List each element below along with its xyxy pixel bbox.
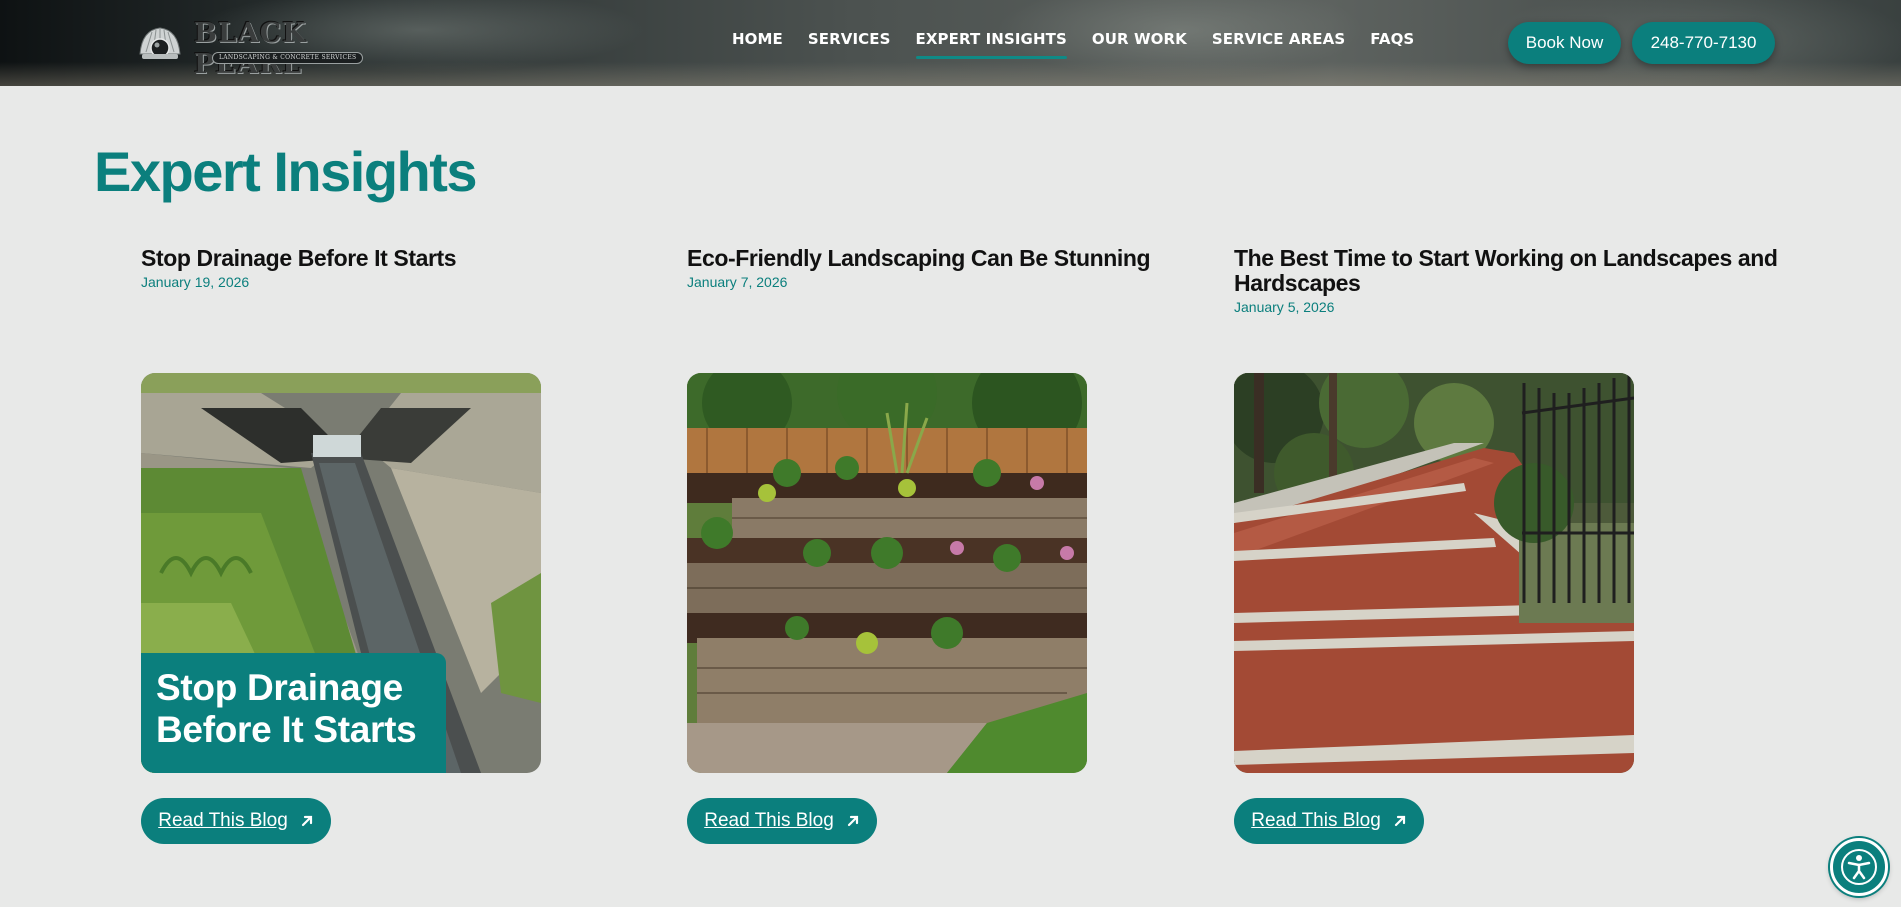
- arrow-up-right-icon: [847, 815, 858, 827]
- site-logo[interactable]: BLACK PEARL LANDSCAPING & CONCRETE SERVI…: [136, 16, 364, 80]
- retaining-wall-garden-image: [687, 373, 1087, 773]
- phone-button[interactable]: 248-770-7130: [1632, 22, 1775, 64]
- accessibility-icon: [1841, 849, 1877, 885]
- post-title[interactable]: Eco-Friendly Landscaping Can Be Stunning: [687, 246, 1247, 271]
- book-now-button[interactable]: Book Now: [1508, 22, 1621, 64]
- read-blog-label: Read This Blog: [158, 810, 288, 831]
- post-image[interactable]: [687, 373, 1087, 773]
- post-date: January 7, 2026: [687, 274, 788, 290]
- post-title[interactable]: Stop Drainage Before It Starts: [141, 246, 701, 271]
- read-blog-label: Read This Blog: [1251, 810, 1381, 831]
- nav-item-home[interactable]: HOME: [732, 30, 783, 48]
- brand-name: BLACK PEARL: [194, 18, 307, 80]
- read-blog-label: Read This Blog: [704, 810, 834, 831]
- nav-item-expert-insights[interactable]: EXPERT INSIGHTS: [915, 30, 1068, 59]
- nav-item-services[interactable]: SERVICES: [808, 30, 891, 48]
- blog-card: The Best Time to Start Working on Landsc…: [1234, 246, 1794, 846]
- read-blog-button[interactable]: Read This Blog: [687, 798, 877, 844]
- arrow-up-right-icon: [1394, 815, 1405, 827]
- blog-card: Eco-Friendly Landscaping Can Be Stunning…: [687, 246, 1247, 846]
- post-image[interactable]: [1234, 373, 1634, 773]
- nav-item-service-areas[interactable]: SERVICE AREAS: [1212, 30, 1345, 48]
- image-overlay-title: Stop Drainage Before It Starts: [141, 653, 446, 773]
- pearl-shell-icon: [139, 27, 181, 59]
- blog-card: Stop Drainage Before It Starts January 1…: [141, 246, 701, 846]
- post-date: January 19, 2026: [141, 274, 250, 290]
- post-date: January 5, 2026: [1234, 299, 1335, 315]
- read-blog-button[interactable]: Read This Blog: [1234, 798, 1424, 844]
- stamped-driveway-image: [1234, 373, 1634, 773]
- nav-item-faqs[interactable]: FAQS: [1370, 30, 1414, 48]
- site-header: BLACK PEARL LANDSCAPING & CONCRETE SERVI…: [0, 0, 1901, 86]
- nav-item-our-work[interactable]: OUR WORK: [1092, 30, 1187, 48]
- page-title: Expert Insights: [94, 140, 478, 203]
- brand-tagline: LANDSCAPING & CONCRETE SERVICES: [212, 52, 364, 64]
- arrow-up-right-icon: [301, 815, 312, 827]
- post-image[interactable]: Stop Drainage Before It Starts: [141, 373, 541, 773]
- main-nav: HOME SERVICES EXPERT INSIGHTS OUR WORK S…: [732, 30, 1414, 59]
- post-title[interactable]: The Best Time to Start Working on Landsc…: [1234, 246, 1794, 296]
- accessibility-button[interactable]: [1830, 838, 1888, 896]
- read-blog-button[interactable]: Read This Blog: [141, 798, 331, 844]
